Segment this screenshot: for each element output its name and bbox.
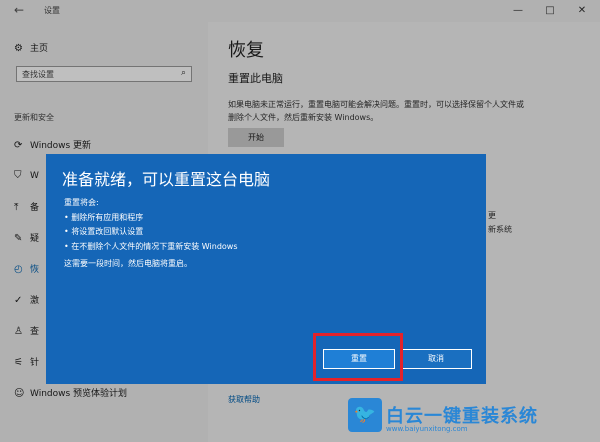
dialog-bullet: 将设置改回默认设置 <box>64 225 238 240</box>
dialog-title: 准备就绪，可以重置这台电脑 <box>62 170 271 189</box>
highlight-box <box>313 333 403 381</box>
watermark: 🐦 白云一键重装系统 www.baiyunxitong.com <box>340 398 600 442</box>
dialog-body: 重置将会: 删除所有应用和程序 将设置改回默认设置 在不删除个人文件的情况下重新… <box>64 196 238 254</box>
reset-dialog: 准备就绪，可以重置这台电脑 重置将会: 删除所有应用和程序 将设置改回默认设置 … <box>46 154 486 384</box>
bird-logo-icon: 🐦 <box>348 398 382 432</box>
dialog-bullet-list: 删除所有应用和程序 将设置改回默认设置 在不删除个人文件的情况下重新安装 Win… <box>64 211 238 255</box>
dialog-intro: 重置将会: <box>64 198 99 207</box>
dialog-bullet: 删除所有应用和程序 <box>64 211 238 226</box>
dialog-note: 这需要一段时间，然后电脑将重启。 <box>64 259 192 268</box>
cancel-button[interactable]: 取消 <box>400 349 472 369</box>
watermark-url: www.baiyunxitong.com <box>386 425 468 433</box>
dialog-bullet: 在不删除个人文件的情况下重新安装 Windows <box>64 240 237 255</box>
